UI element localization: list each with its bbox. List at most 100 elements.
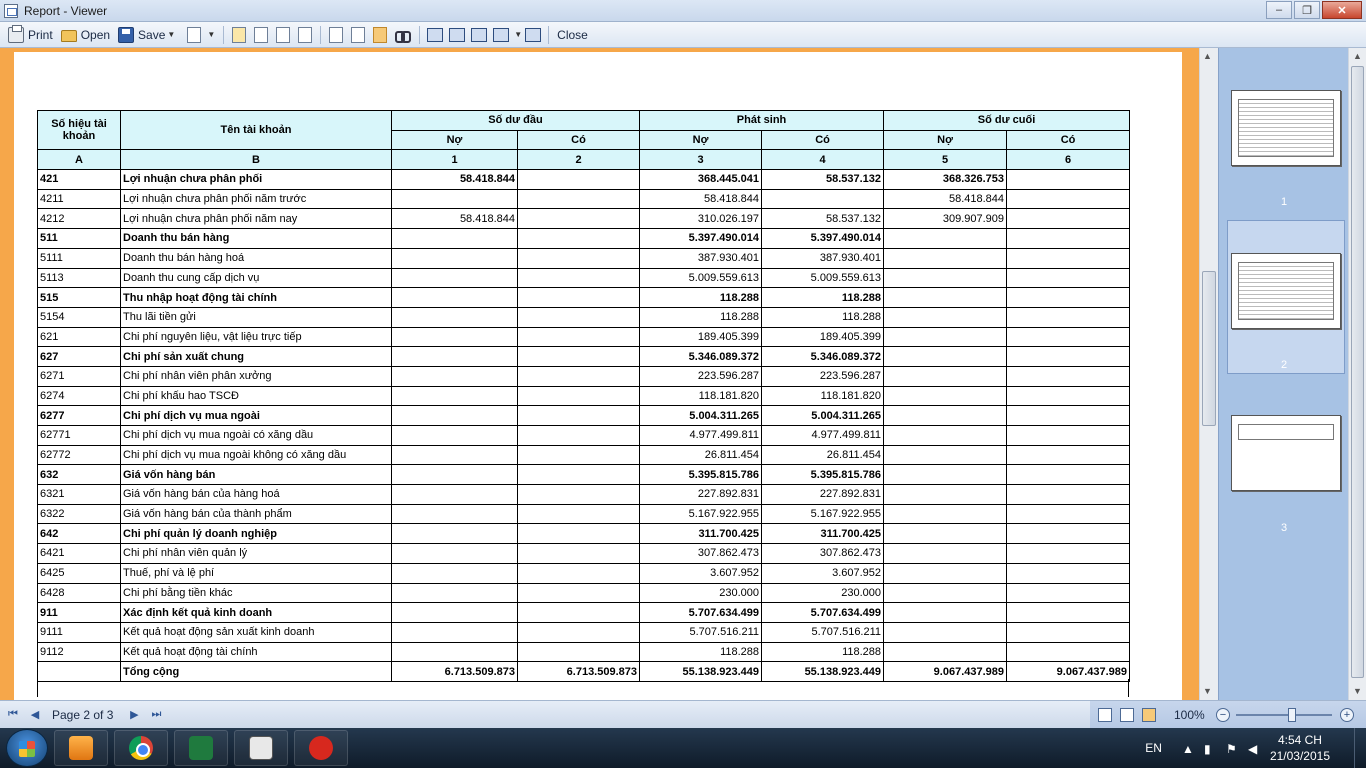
single-view-icon[interactable]	[1098, 708, 1112, 722]
start-button[interactable]	[6, 729, 48, 767]
cell-closing-debit	[883, 385, 1008, 407]
export-button[interactable]: ▼	[179, 24, 219, 46]
scroll-down-arrow-icon[interactable]: ▼	[1203, 686, 1212, 696]
outline-icon[interactable]	[329, 26, 344, 43]
document-vertical-scrollbar[interactable]: ▲ ▼	[1199, 48, 1218, 700]
cell-account-code: 6428	[37, 582, 121, 604]
help-icon[interactable]	[351, 26, 366, 43]
network-signal-icon[interactable]: ▮	[1204, 742, 1216, 756]
chrome-icon	[129, 736, 153, 760]
save-button[interactable]: Save ▼	[114, 24, 179, 46]
table-row: 6277 Chi phí dịch vụ mua ngoài 5.004.311.2…	[37, 405, 1131, 426]
taskbar-excel[interactable]	[174, 730, 228, 766]
scroll-up-arrow-icon[interactable]: ▲	[1353, 51, 1362, 61]
cell-opening-credit	[516, 306, 641, 328]
cell-transaction-credit: 118.181.820	[761, 385, 885, 407]
cell-transaction-credit: 387.930.401	[761, 247, 885, 269]
cell-opening-debit	[391, 582, 518, 604]
header-index: A	[37, 149, 121, 171]
cell-transaction-debit: 387.930.401	[639, 247, 763, 269]
cell-closing-credit	[1006, 484, 1131, 505]
scrollbar-thumb[interactable]	[1202, 271, 1216, 426]
document-viewer[interactable]: Số hiệu tài khoản Tên tài khoản Số dư đầ…	[0, 48, 1218, 700]
cell-opening-debit	[391, 484, 518, 505]
cell-transaction-credit: 5.004.311.265	[761, 405, 885, 426]
page-thumbnail-2[interactable]	[1231, 253, 1341, 329]
thumbnails-toggle-icon[interactable]	[373, 26, 388, 43]
cell-opening-debit	[391, 247, 518, 269]
first-page-button[interactable]: ⏮	[4, 706, 22, 724]
continuous-view-icon[interactable]	[1120, 708, 1134, 722]
thumbnail-panel: 1 2 3	[1218, 48, 1348, 700]
cell-opening-debit: 58.418.844	[391, 208, 518, 230]
export-dropdown-caret[interactable]: ▼	[207, 30, 215, 39]
action-center-flag-icon[interactable]: ⚑	[1226, 742, 1238, 756]
cell-transaction-debit: 5.009.559.613	[639, 267, 763, 289]
close-window-button[interactable]: ✕	[1322, 1, 1362, 19]
zoom-in-button[interactable]: +	[1340, 708, 1354, 722]
continuous-page-icon[interactable]	[449, 27, 466, 42]
minimize-button[interactable]: –	[1266, 1, 1292, 19]
show-hidden-icons-icon[interactable]: ▲	[1182, 742, 1194, 756]
toolbar-separator	[419, 25, 421, 44]
cell-account-code: 6425	[37, 562, 121, 584]
find-binoculars-icon[interactable]	[395, 28, 412, 43]
two-pages-icon[interactable]	[471, 27, 488, 42]
page-thumbnail-1[interactable]	[1231, 90, 1341, 166]
cell-transaction-credit: 5.167.922.955	[761, 503, 885, 525]
zoom-out-button[interactable]: −	[1216, 708, 1230, 722]
maximize-button[interactable]: ❐	[1294, 1, 1320, 19]
scroll-down-arrow-icon[interactable]: ▼	[1353, 686, 1362, 696]
header-index: 3	[639, 149, 763, 171]
new-page-icon[interactable]	[232, 26, 247, 43]
save-dropdown-caret[interactable]: ▼	[167, 30, 175, 39]
last-page-button[interactable]: ⏭	[147, 706, 165, 724]
toolbar-separator	[548, 25, 550, 44]
page-setup-icon[interactable]	[298, 26, 313, 43]
previous-page-button[interactable]: ◀	[26, 706, 44, 724]
cell-opening-debit	[391, 306, 518, 328]
cell-closing-credit	[1006, 326, 1131, 348]
volume-icon[interactable]: ◀	[1248, 742, 1260, 756]
thumbnail-vertical-scrollbar[interactable]: ▲ ▼	[1348, 48, 1366, 700]
scroll-up-arrow-icon[interactable]: ▲	[1203, 51, 1212, 61]
cell-closing-debit	[883, 503, 1008, 525]
cell-opening-credit	[516, 228, 641, 249]
next-page-button[interactable]: ▶	[125, 706, 143, 724]
cell-transaction-credit: 5.395.815.786	[761, 464, 885, 486]
open-button[interactable]: Open	[57, 24, 114, 46]
taskbar-media-player[interactable]	[54, 730, 108, 766]
taskbar-report-viewer[interactable]	[234, 730, 288, 766]
header-index: 6	[1006, 149, 1131, 171]
cell-closing-debit	[883, 582, 1008, 604]
zoom-slider[interactable]	[1236, 708, 1332, 722]
cell-opening-credit	[516, 287, 641, 308]
page-thumbnail-3[interactable]	[1231, 415, 1341, 491]
delete-page-icon[interactable]	[254, 26, 269, 43]
taskbar-unikey[interactable]	[294, 730, 348, 766]
header-index: 1	[391, 149, 518, 171]
cell-account-code: 6277	[37, 405, 121, 426]
cell-closing-debit: 58.418.844	[883, 188, 1008, 210]
print-button[interactable]: Print	[4, 24, 57, 46]
multiple-pages-icon[interactable]	[493, 27, 510, 42]
close-report-button[interactable]: Close	[553, 24, 592, 46]
multiple-pages-dropdown-caret[interactable]: ▼	[514, 30, 522, 39]
window-controls: – ❐ ✕	[1266, 1, 1362, 19]
fullscreen-icon[interactable]	[525, 27, 542, 42]
cell-closing-credit	[1006, 602, 1131, 623]
cell-account-code: 4212	[37, 208, 121, 230]
cell-account-name: Chi phí nhân viên phân xưởng	[120, 365, 392, 387]
table-row: 9111 Kết quả hoạt động sản xuất kinh doan…	[37, 621, 1131, 643]
single-page-icon[interactable]	[427, 27, 444, 42]
cell-opening-debit	[391, 346, 518, 367]
zoom-slider-knob[interactable]	[1288, 708, 1296, 722]
cell-account-code: 6321	[37, 484, 121, 505]
multi-page-view-icon[interactable]	[1142, 708, 1156, 722]
scrollbar-thumb[interactable]	[1351, 66, 1364, 678]
clock[interactable]: 4:54 CH 21/03/2015	[1270, 732, 1330, 764]
taskbar-chrome[interactable]	[114, 730, 168, 766]
show-desktop-button[interactable]	[1354, 728, 1366, 768]
edit-icon[interactable]	[276, 26, 291, 43]
language-indicator[interactable]: EN	[1145, 741, 1162, 755]
